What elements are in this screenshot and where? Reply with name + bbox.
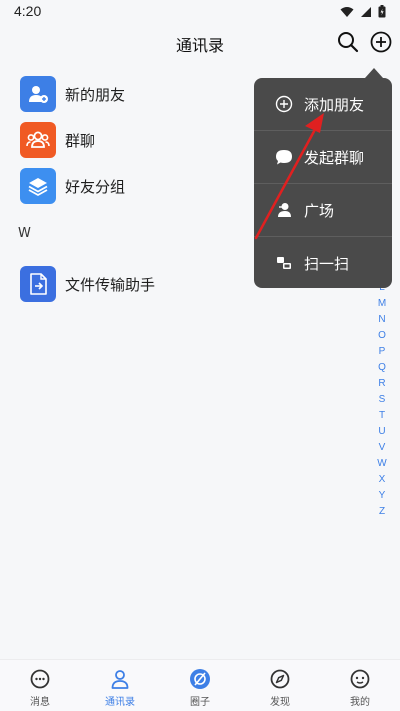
menu-item-label: 添加朋友 [304,95,365,114]
add-menu: 添加朋友 发起群聊 广场 扫一扫 [254,78,392,288]
entry-new-friends[interactable]: 新的朋友 [20,76,125,112]
nav-label: 消息 [30,697,50,708]
menu-item-plaza[interactable]: 广场 [254,184,392,236]
menu-pointer [365,68,383,78]
index-letter[interactable]: N [372,312,392,328]
tab-contacts[interactable]: 通讯录 [80,660,160,711]
entry-group-chat[interactable]: 群聊 [20,122,95,158]
index-letter[interactable]: Y [372,488,392,504]
section-letter: W [18,226,31,241]
menu-item-label: 发起群聊 [304,148,365,167]
bottom-nav: 消息 通讯录 圈子 发现 我的 [0,659,400,711]
index-letter[interactable]: P [372,344,392,360]
status-bar: 4:20 [0,0,400,24]
signal-icon [361,6,371,17]
tab-me[interactable]: 我的 [320,660,400,711]
entry-label: 群聊 [65,131,96,150]
wifi-icon [340,6,354,17]
entry-friend-groups[interactable]: 好友分组 [20,168,125,204]
menu-item-start-group-chat[interactable]: 发起群聊 [254,131,392,183]
index-letter[interactable]: O [372,328,392,344]
scan-icon [275,254,293,272]
person-icon [275,201,293,219]
menu-item-add-friend[interactable]: 添加朋友 [254,78,392,130]
tab-messages[interactable]: 消息 [0,660,80,711]
new-friend-icon [20,76,56,112]
status-time: 4:20 [14,3,42,19]
layers-icon [20,168,56,204]
app-header: 通讯录 [0,24,400,60]
index-letter[interactable]: Z [372,504,392,520]
add-circle-icon[interactable] [369,30,393,54]
contact-file-transfer[interactable]: 文件传输助手 [20,266,155,302]
profile-icon [350,669,370,689]
index-letter[interactable]: X [372,472,392,488]
tab-circle[interactable]: 圈子 [160,660,240,711]
nav-label: 圈子 [190,697,210,708]
index-letter[interactable]: R [372,376,392,392]
alphabet-index[interactable]: L M N O P Q R S T U V W X Y Z [372,280,392,520]
menu-item-label: 广场 [304,201,335,220]
index-letter[interactable]: M [372,296,392,312]
index-letter[interactable]: T [372,408,392,424]
nav-label: 我的 [350,697,370,708]
menu-item-label: 扫一扫 [304,254,350,273]
entry-label: 新的朋友 [65,85,126,104]
contacts-icon [111,670,129,689]
index-letter[interactable]: Q [372,360,392,376]
index-letter[interactable]: S [372,392,392,408]
message-icon [30,669,50,689]
group-chat-icon [20,122,56,158]
entry-label: 文件传输助手 [65,275,156,294]
menu-item-scan[interactable]: 扫一扫 [254,237,392,288]
nav-label: 通讯录 [105,697,135,708]
tab-discover[interactable]: 发现 [240,660,320,711]
circle-icon [190,669,210,689]
status-icons [340,5,386,18]
chat-bubble-icon [275,148,293,166]
index-letter[interactable]: U [372,424,392,440]
plus-circle-icon [275,95,293,113]
nav-label: 发现 [270,697,290,708]
search-icon[interactable] [336,30,360,54]
index-letter[interactable]: W [372,456,392,472]
file-transfer-icon [20,266,56,302]
index-letter[interactable]: V [372,440,392,456]
entry-label: 好友分组 [65,177,126,196]
compass-icon [270,669,290,689]
battery-icon [378,5,386,18]
